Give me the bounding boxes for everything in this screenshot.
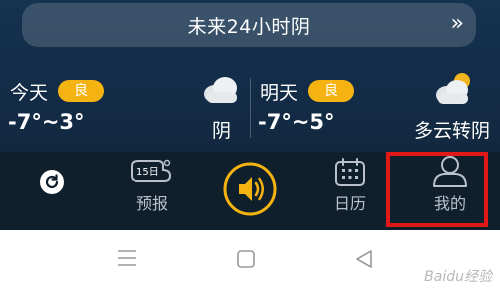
menu-icon[interactable] bbox=[117, 249, 137, 267]
tomorrow-forecast[interactable]: 明天 良 -7°~5° 多云转阴 bbox=[250, 60, 500, 150]
tomorrow-condition: 多云转阴 bbox=[414, 120, 491, 142]
tab-refresh[interactable] bbox=[22, 152, 82, 230]
today-condition: 阴 bbox=[212, 120, 232, 142]
home-icon[interactable] bbox=[236, 249, 256, 269]
today-aqi-badge: 良 bbox=[58, 80, 104, 102]
cloudy-icon bbox=[204, 77, 237, 103]
watermark: Baidu经验 bbox=[424, 269, 492, 285]
system-navigation-bar: Baidu经验 bbox=[0, 230, 500, 290]
speaker-icon bbox=[223, 162, 277, 216]
tab-calendar-label: 日历 bbox=[333, 194, 366, 213]
partly-cloudy-icon bbox=[436, 73, 470, 104]
forecast-24h-title: 未来24小时阴 bbox=[187, 15, 311, 38]
tab-forecast-label: 预报 bbox=[135, 194, 168, 213]
chevron-right-icon[interactable]: » bbox=[451, 11, 464, 36]
today-label: 今天 bbox=[10, 82, 49, 104]
tomorrow-temperature: -7°~5° bbox=[258, 110, 335, 134]
tomorrow-label: 明天 bbox=[260, 82, 299, 104]
tab-voice-broadcast[interactable] bbox=[218, 152, 282, 230]
calendar-icon bbox=[335, 158, 365, 186]
tomorrow-aqi-badge: 良 bbox=[308, 80, 354, 102]
tab-forecast[interactable]: 15日 预报 bbox=[120, 152, 184, 230]
forecast-24h-bar[interactable]: 未来24小时阴 » bbox=[22, 3, 476, 47]
highlight-box bbox=[386, 152, 488, 227]
svg-text:15日: 15日 bbox=[136, 167, 159, 178]
today-temperature: -7°~3° bbox=[8, 110, 85, 134]
today-forecast[interactable]: 今天 良 -7°~3° 阴 bbox=[0, 60, 250, 150]
tab-calendar[interactable]: 日历 bbox=[320, 152, 380, 230]
15-day-forecast-icon: 15日 bbox=[131, 159, 172, 182]
back-icon[interactable] bbox=[354, 249, 374, 269]
refresh-icon bbox=[40, 170, 64, 194]
weather-panel: 未来24小时阴 » 今天 良 -7°~3° 阴 明天 良 -7°~5° 多云转阴 bbox=[0, 0, 500, 152]
